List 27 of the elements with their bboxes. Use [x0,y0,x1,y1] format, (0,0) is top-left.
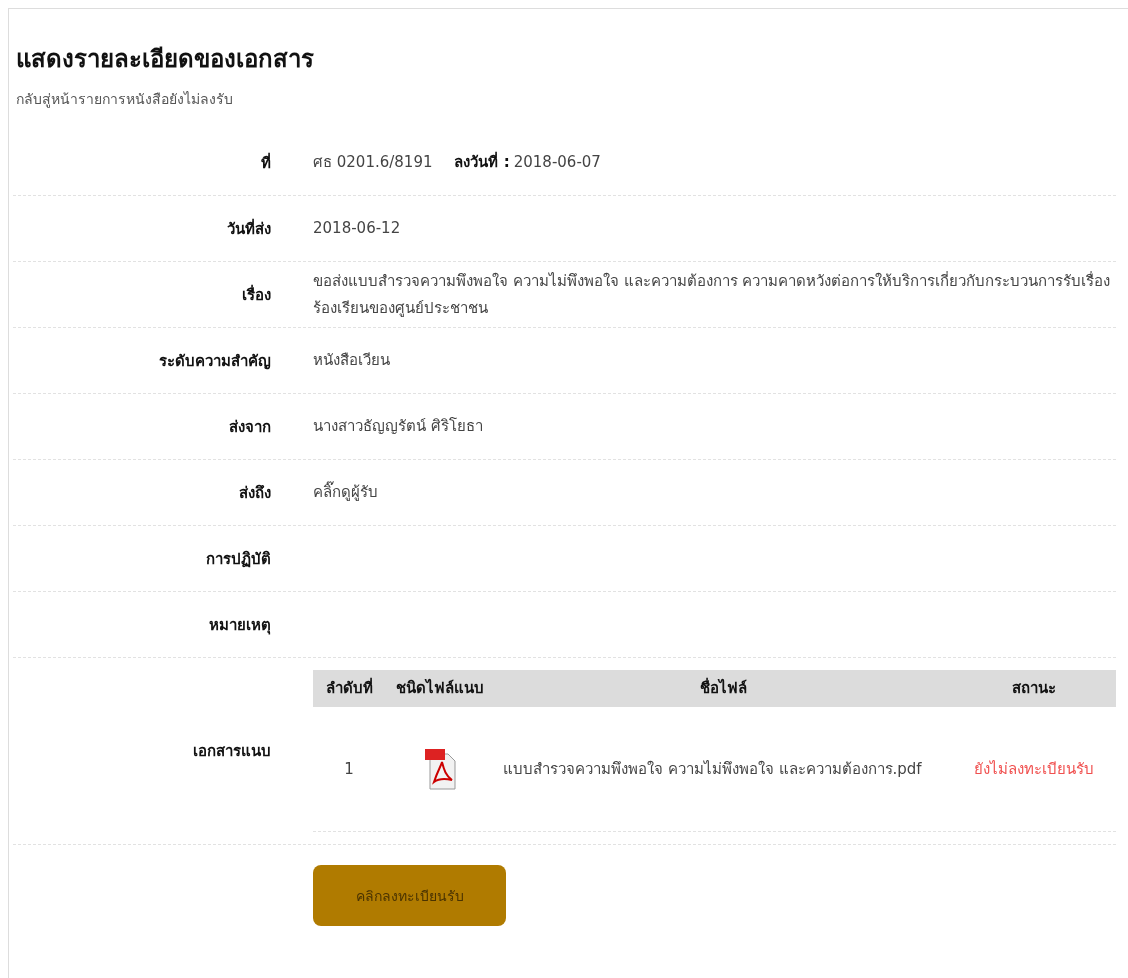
field-value: ศธ 0201.6/8191 [313,153,433,171]
field-label: ลงวันที่ : [454,153,510,171]
field-value: หนังสือเวียน [313,351,390,369]
field-label: เรื่อง [241,283,271,306]
field-value: 2018-06-07 [513,153,601,171]
field-label: ส่งจาก [228,416,271,438]
status-text: ยังไม่ลงทะเบียนรับ [973,759,1094,778]
column-header: ชนิดไฟล์แนบ [395,677,485,699]
back-link[interactable]: กลับสู่หน้ารายการหนังสือยังไม่ลงรับ [16,88,233,110]
field-value: นางสาวธัญญรัตน์ ศิริโยธา [313,417,483,435]
page-title: แสดงรายละเอียดของเอกสาร [16,44,315,75]
column-header: ชื่อไฟล์ [698,676,748,699]
table-cell: 1 [344,759,354,778]
file-name-link[interactable]: แบบสำรวจความพึงพอใจ ความไม่พึงพอใจ และความต้องการ.pdf [503,759,922,778]
column-header: ลำดับที่ [324,676,374,699]
field-label: ส่งถึง [238,482,271,504]
recipients-link[interactable]: คลิ๊กดูผู้รับ [313,483,378,501]
field-value: ขอส่งแบบสำรวจความพึงพอใจ ความไม่พึงพอใจ และความต้องการ ความคาดหวังต่อการให้บริการเกี่ยวกับกระบวนการรับเรื่องร้องเรียนของศูนย์ประชาชน [313,271,1111,317]
field-label: เอกสารแนบ [192,741,271,762]
field-value: 2018-06-12 [313,219,401,237]
field-label: หมายเหตุ [208,614,271,637]
field-label: ที่ [260,151,271,174]
field-label: วันที่ส่ง [226,217,271,240]
column-header: สถานะ [1010,678,1057,699]
field-label: การปฏิบัติ [205,548,271,570]
pdf-file-icon[interactable] [424,748,456,790]
field-label: ระดับความสำคัญ [158,350,271,372]
